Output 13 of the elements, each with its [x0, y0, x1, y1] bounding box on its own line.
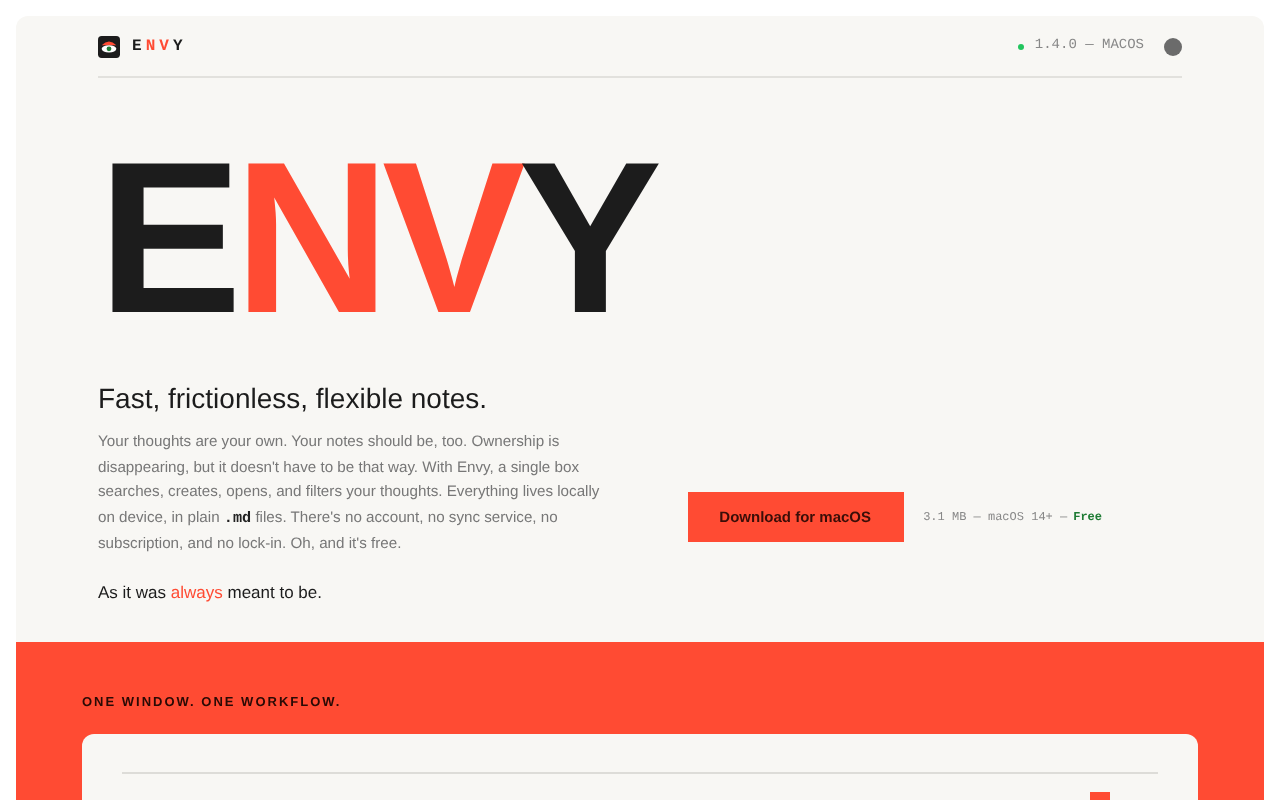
status-dot: [1018, 43, 1025, 49]
logo-wordmark-letter: E: [132, 37, 146, 55]
hero-wordmark-letter: N: [234, 116, 383, 358]
avatar-icon[interactable]: [1164, 37, 1182, 55]
eye-icon: [98, 35, 120, 57]
closing-line: As it was always meant to be.: [98, 581, 325, 601]
hero-wordmark-letter: Y: [518, 116, 655, 358]
tagline: Fast, frictionless, flexible notes.: [98, 382, 490, 414]
logo-wordmark-letter: N: [145, 37, 160, 55]
logo-wordmark-letter: V: [159, 37, 173, 55]
hero-wordmark-letter: V: [382, 116, 519, 358]
hero-wordmark-letter: E: [98, 116, 235, 358]
logo-wordmark-letter: Y: [172, 37, 187, 55]
